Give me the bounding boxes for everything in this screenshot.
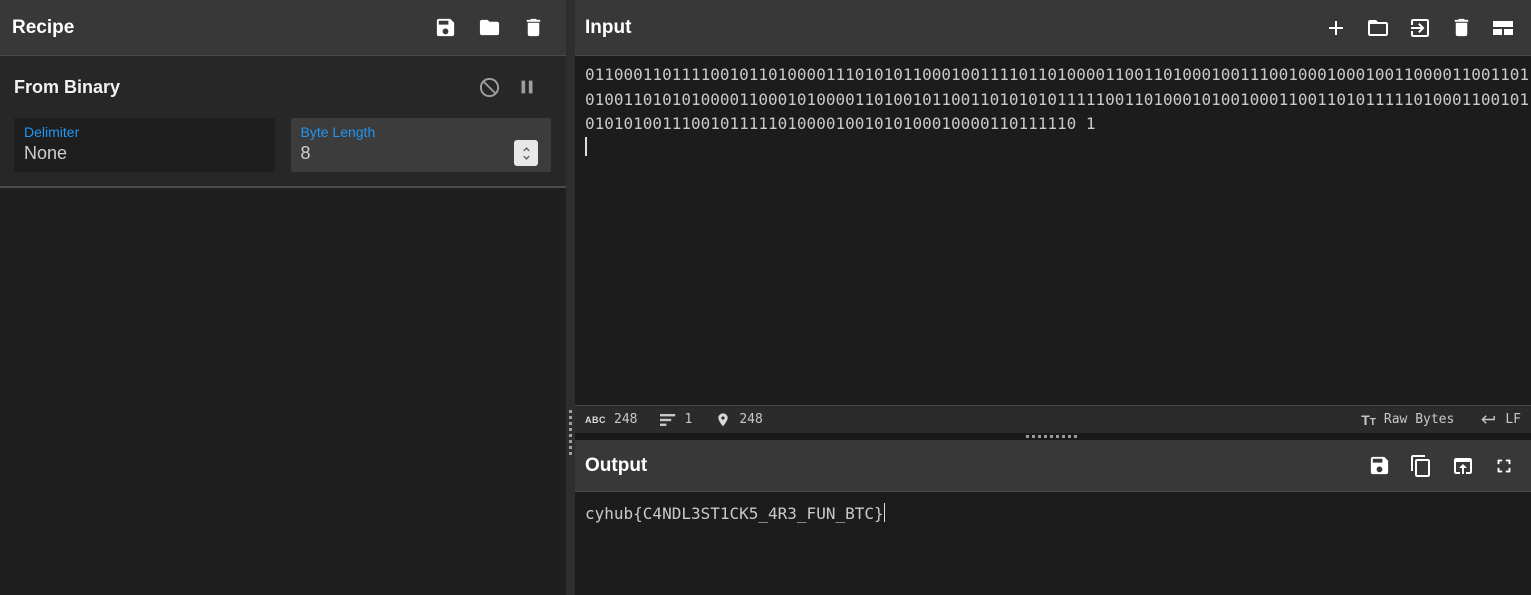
cyberchef-app: Recipe From Binary [0,0,1531,595]
recipe-title: Recipe [12,17,74,39]
vertical-splitter[interactable] [566,0,575,595]
cursor-position-value: 248 [739,412,762,427]
character-encoding-selector[interactable]: TT Raw Bytes [1361,412,1454,428]
input-cursor [585,137,587,156]
save-output-icon[interactable] [1368,454,1391,477]
input-title: Input [585,17,631,39]
byte-length-label: Byte Length [301,124,542,141]
operation-from-binary[interactable]: From Binary Delimiter None Byte Length [0,56,566,188]
horizontal-splitter-handle-icon [1026,435,1080,438]
recipe-panel: Recipe From Binary [0,0,566,595]
operation-args: Delimiter None Byte Length 8 [0,118,566,186]
byte-length-value: 8 [301,141,542,166]
io-panel: Input 011000110111100101 [575,0,1531,595]
maximize-output-icon[interactable] [1493,455,1515,477]
eol-selector[interactable]: LF [1480,411,1521,428]
input-textarea[interactable]: 0110001101111001011010000111010101100010… [575,56,1531,405]
delimiter-value: None [24,141,265,166]
char-count-stat: ABC 248 [585,412,637,427]
copy-output-icon[interactable] [1409,454,1433,478]
vertical-splitter-handle-icon [569,410,572,455]
input-titlebar: Input [575,0,1531,56]
recipe-titlebar: Recipe [0,0,566,56]
output-area: cyhub{C4NDL3ST1CK5_4R3_FUN_BTC} [575,492,1531,595]
output-text: cyhub{C4NDL3ST1CK5_4R3_FUN_BTC} [585,504,884,523]
character-encoding-value: Raw Bytes [1384,412,1454,427]
breakpoint-pause-icon[interactable] [516,76,538,98]
delimiter-select[interactable]: Delimiter None [14,118,275,172]
cursor-position-stat: 248 [715,412,762,428]
unfold-more-icon [518,145,535,162]
byte-length-stepper[interactable] [514,140,538,166]
lines-icon [660,413,676,427]
operation-name: From Binary [14,77,120,98]
clear-input-trash-icon[interactable] [1450,16,1473,39]
add-input-tab-icon[interactable] [1324,16,1348,40]
open-folder-input-icon[interactable] [1366,16,1390,40]
char-count-icon: ABC [585,415,606,425]
clear-recipe-trash-icon[interactable] [522,16,545,39]
location-pin-icon [715,412,731,428]
input-statusbar: ABC 248 1 248 TT Raw Bytes LF [575,405,1531,433]
line-count-value: 1 [684,412,692,427]
open-file-input-icon[interactable] [1408,16,1432,40]
output-titlebar: Output [575,440,1531,492]
reset-pane-layout-icon[interactable] [1491,16,1515,40]
disable-operation-icon[interactable] [478,76,501,99]
character-encoding-icon: TT [1361,412,1376,428]
line-count-stat: 1 [660,412,692,427]
eol-value: LF [1505,412,1521,427]
recipe-drop-area[interactable] [0,188,566,595]
byte-length-input[interactable]: Byte Length 8 [291,118,552,172]
operation-header: From Binary [0,56,566,118]
output-cursor [884,503,886,522]
delimiter-label: Delimiter [24,124,265,141]
load-recipe-folder-icon[interactable] [478,16,501,39]
save-recipe-icon[interactable] [434,16,457,39]
input-text: 0110001101111001011010000111010101100010… [585,63,1531,137]
output-title: Output [585,455,647,477]
return-arrow-icon [1480,411,1497,428]
replace-input-with-output-icon[interactable] [1451,454,1475,478]
horizontal-splitter[interactable] [575,433,1531,440]
char-count-value: 248 [614,412,637,427]
